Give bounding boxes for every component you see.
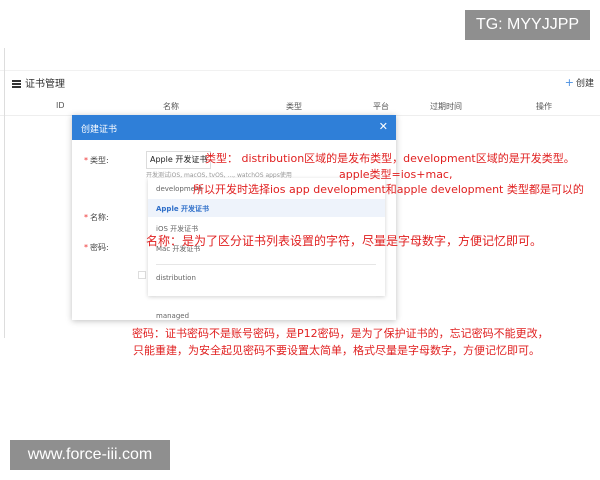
dropdown-option-apple-development[interactable]: Apple 开发证书 — [148, 199, 385, 217]
create-button-label: 创建 — [575, 79, 594, 89]
page-title: 证书管理 — [12, 75, 65, 90]
modal-header: 创建证书 ✕ — [72, 115, 396, 140]
annotation-name: 名称：是为了区分证书列表设置的字符，尽量是字母数字，方便记忆即可。 — [146, 234, 543, 248]
required-mark: * — [84, 213, 88, 222]
annotation-type-1: 类型： distribution区域的是发布类型，development区域的是… — [205, 152, 575, 165]
annotation-password-1: 密码：证书密码不是账号密码，是P12密码，是为了保护证书的，忘记密码不能更改， — [132, 327, 549, 340]
modal-title: 创建证书 — [81, 125, 118, 135]
column-header-platform: 平台 — [373, 102, 389, 111]
annotation-type-2: apple类型=ios+mac, — [339, 168, 453, 181]
plus-icon: + — [564, 76, 574, 89]
menu-icon — [12, 79, 21, 89]
column-header-name: 名称 — [163, 102, 179, 111]
checkbox[interactable] — [138, 271, 146, 279]
page-title-text: 证书管理 — [25, 79, 65, 90]
dropdown-divider — [156, 296, 376, 297]
app-header: 证书管理 + 创建 — [0, 71, 600, 93]
column-header-actions: 操作 — [536, 102, 552, 111]
required-mark: * — [84, 156, 88, 165]
column-header-expiry: 过期时间 — [430, 102, 462, 111]
dropdown-divider — [156, 264, 376, 265]
type-label-text: 类型: — [90, 156, 109, 165]
type-select[interactable]: Apple 开发证书 — [146, 151, 211, 169]
type-label: * 类型: — [84, 155, 109, 166]
create-button[interactable]: + 创建 — [565, 76, 594, 89]
column-header-id: ID — [56, 101, 65, 110]
name-label: * 名称: — [84, 212, 109, 223]
dropdown-group-distribution: distribution — [156, 274, 196, 282]
password-label-text: 密码: — [90, 243, 109, 252]
close-icon[interactable]: ✕ — [379, 120, 388, 133]
dropdown-group-managed: managed — [156, 312, 190, 320]
table-header: ID 名称 类型 平台 过期时间 操作 — [0, 99, 600, 116]
annotation-type-3: 所以开发时选择ios app development和apple develop… — [193, 183, 584, 196]
annotation-password-2: 只能重建，为安全起见密码不要设置太简单，格式尽量是字母数字，方便记忆即可。 — [133, 344, 540, 357]
required-mark: * — [84, 243, 88, 252]
content-left-border — [4, 48, 5, 338]
watermark-bottom: www.force-iii.com — [10, 440, 170, 470]
column-header-type: 类型 — [286, 102, 302, 111]
name-label-text: 名称: — [90, 213, 109, 222]
watermark-top: TG: MYYJJPP — [465, 10, 590, 40]
password-label: * 密码: — [84, 242, 109, 253]
